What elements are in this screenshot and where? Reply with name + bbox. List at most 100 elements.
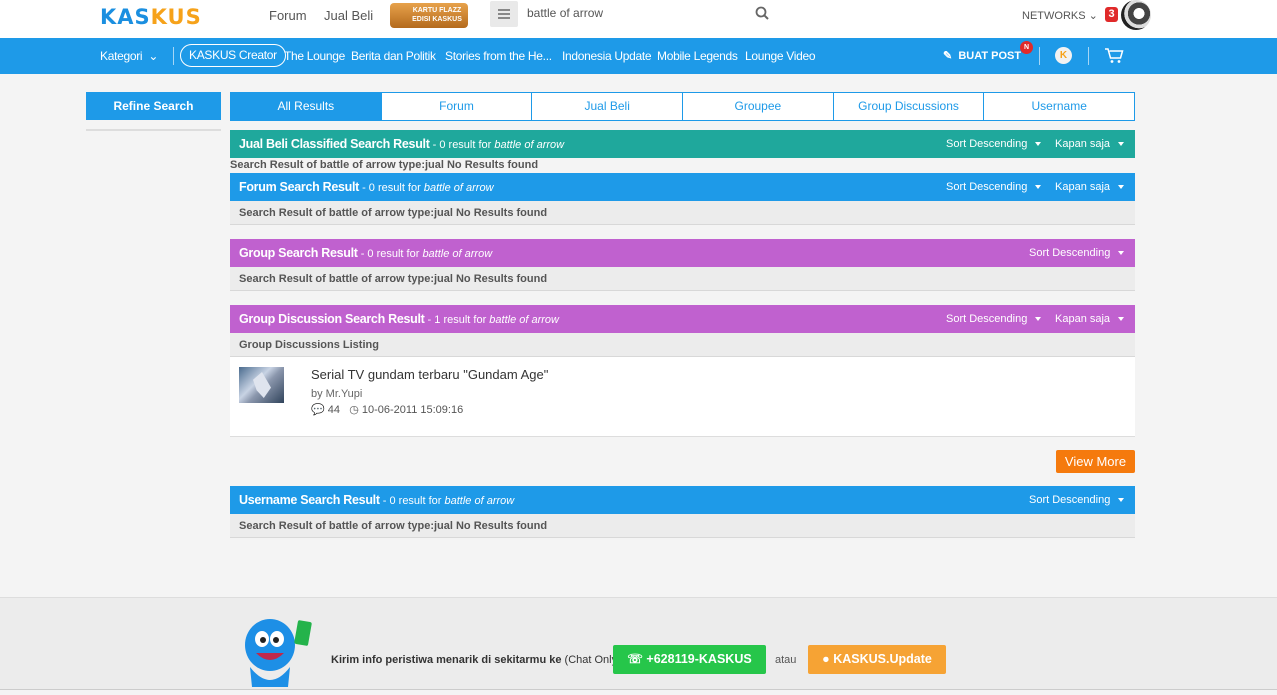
whatsapp-label: +628119-KASKUS — [646, 652, 752, 666]
section-title: Forum Search Result — [239, 180, 360, 194]
tab-jual-beli[interactable]: Jual Beli — [531, 93, 682, 120]
sort-label: Sort Descending — [946, 181, 1028, 193]
buat-post-button[interactable]: ✎ BUAT POST — [943, 49, 1021, 62]
view-more-button[interactable]: View More — [1056, 450, 1135, 473]
comment-count: 44 — [327, 404, 341, 416]
new-badge: N — [1020, 41, 1033, 54]
section-query: battle of arrow — [494, 139, 565, 151]
kaskus-coin-icon[interactable]: K — [1055, 47, 1072, 64]
kaskus-update-button[interactable]: ● KASKUS.Update — [808, 645, 946, 674]
no-results-note: Search Result of battle of arrow type:ju… — [230, 514, 1135, 538]
whatsapp-icon: ☏ — [627, 652, 643, 666]
buat-post-label: BUAT POST — [958, 50, 1022, 62]
section-count: - 0 result for — [379, 495, 445, 507]
nav-item-lounge-video[interactable]: Lounge Video — [745, 49, 816, 63]
notification-badge[interactable]: 3 — [1105, 7, 1118, 22]
kirim-label: Kirim info peristiwa menarik di sekitarm… — [331, 654, 565, 666]
networks-label: NETWORKS — [1022, 10, 1086, 22]
thread-author[interactable]: by Mr.Yupi — [311, 388, 362, 400]
jual-beli-section-header: Jual Beli Classified Search Result - 0 r… — [230, 130, 1135, 158]
thread-thumbnail[interactable] — [239, 367, 284, 403]
caret-down-icon — [1118, 251, 1125, 256]
sort-dropdown[interactable]: Sort Descending — [946, 130, 1042, 158]
listing-label: Group Discussions Listing — [230, 333, 1135, 357]
sort-dropdown[interactable]: Sort Descending — [1029, 239, 1125, 267]
group-section-header: Group Search Result - 0 result for battl… — [230, 239, 1135, 267]
atau-label: atau — [775, 654, 797, 666]
sort-label: Sort Descending — [946, 313, 1028, 325]
nav-item-berita-politik[interactable]: Berita dan Politik — [351, 49, 436, 63]
networks-dropdown[interactable]: NETWORKS ⌄ — [1022, 9, 1098, 22]
caret-down-icon — [1118, 142, 1125, 147]
sort-dropdown[interactable]: Sort Descending — [1029, 486, 1125, 514]
divider — [86, 129, 221, 131]
clock-icon: ◷ — [349, 404, 359, 416]
divider — [1039, 47, 1040, 65]
section-query: battle of arrow — [423, 182, 494, 194]
kategori-dropdown[interactable]: Kategori ⌄ — [100, 49, 158, 63]
time-dropdown[interactable]: Kapan saja — [1055, 130, 1125, 158]
category-navbar: Kategori ⌄ KASKUS Creator The Lounge Ber… — [0, 38, 1277, 74]
section-count: - 0 result for — [357, 248, 423, 260]
divider — [1088, 47, 1089, 65]
tab-group-discussions[interactable]: Group Discussions — [832, 93, 984, 120]
caret-down-icon — [1035, 317, 1042, 322]
cart-icon[interactable] — [1104, 47, 1124, 64]
group-discussion-section-header: Group Discussion Search Result - 1 resul… — [230, 305, 1135, 333]
footer-info-text: Kirim info peristiwa menarik di sekitarm… — [331, 654, 621, 666]
no-results-note: Search Result of battle of arrow type:ju… — [230, 201, 1135, 225]
time-label: Kapan saja — [1055, 313, 1111, 325]
thread-title[interactable]: Serial TV gundam terbaru "Gundam Age" — [311, 367, 548, 382]
section-count: - 1 result for — [424, 314, 490, 326]
result-tabs: All Results Forum Jual Beli Groupee Grou… — [230, 92, 1135, 121]
tab-all-results[interactable]: All Results — [231, 93, 381, 120]
thread-meta: 💬 44 ◷ 10-06-2011 15:09:16 — [311, 403, 463, 416]
kaskus-update-label: KASKUS.Update — [833, 652, 932, 666]
section-query: battle of arrow — [422, 248, 493, 260]
search-icon[interactable] — [755, 6, 769, 20]
whatsapp-button[interactable]: ☏ +628119-KASKUS — [613, 645, 766, 674]
section-title: Jual Beli Classified Search Result — [239, 137, 430, 151]
tab-username[interactable]: Username — [983, 93, 1134, 120]
nav-item-stories[interactable]: Stories from the He... — [445, 49, 552, 63]
divider — [173, 47, 174, 65]
kaskus-logo[interactable]: KASKUS — [100, 5, 202, 29]
refine-search-button[interactable]: Refine Search — [86, 92, 221, 120]
jual-beli-link[interactable]: Jual Beli — [324, 8, 373, 23]
time-dropdown[interactable]: Kapan saja — [1055, 173, 1125, 201]
hamburger-menu-icon[interactable] — [490, 1, 518, 27]
forum-section-header: Forum Search Result - 0 result for battl… — [230, 173, 1135, 201]
nav-item-the-lounge[interactable]: The Lounge — [284, 49, 345, 63]
bottom-bar — [0, 689, 1277, 695]
caret-down-icon — [1035, 142, 1042, 147]
kaskus-creator-button[interactable]: KASKUS Creator — [180, 44, 286, 67]
time-label: Kapan saja — [1055, 181, 1111, 193]
caret-down-icon — [1035, 185, 1042, 190]
sort-label: Sort Descending — [1029, 247, 1111, 259]
section-title: Group Search Result — [239, 246, 358, 260]
chevron-down-icon: ⌄ — [1088, 10, 1098, 22]
sort-dropdown[interactable]: Sort Descending — [946, 305, 1042, 333]
forum-link[interactable]: Forum — [269, 8, 307, 23]
kaskus-icon: ● — [822, 652, 830, 666]
thread-date: 10-06-2011 15:09:16 — [361, 404, 464, 416]
search-input[interactable]: battle of arrow — [527, 6, 603, 20]
section-title: Username Search Result — [239, 493, 380, 507]
flazz-promo-banner[interactable]: KARTU FLAZZ EDISI KASKUS — [390, 3, 468, 28]
nav-item-indonesia-update[interactable]: Indonesia Update — [562, 49, 652, 63]
sort-label: Sort Descending — [946, 138, 1028, 150]
nav-item-mobile-legends[interactable]: Mobile Legends — [657, 49, 738, 63]
time-dropdown[interactable]: Kapan saja — [1055, 305, 1125, 333]
user-avatar[interactable] — [1121, 0, 1151, 30]
sort-dropdown[interactable]: Sort Descending — [946, 173, 1042, 201]
tab-forum[interactable]: Forum — [380, 93, 532, 120]
kategori-label: Kategori — [100, 49, 143, 63]
list-item[interactable]: Serial TV gundam terbaru "Gundam Age" by… — [230, 357, 1135, 437]
pencil-icon: ✎ — [943, 50, 953, 62]
caret-down-icon — [1118, 317, 1125, 322]
comment-icon: 💬 — [311, 404, 325, 416]
top-header: KASKUS Forum Jual Beli KARTU FLAZZ EDISI… — [0, 0, 1277, 38]
sort-label: Sort Descending — [1029, 494, 1111, 506]
section-title: Group Discussion Search Result — [239, 312, 425, 326]
tab-groupee[interactable]: Groupee — [682, 93, 833, 120]
